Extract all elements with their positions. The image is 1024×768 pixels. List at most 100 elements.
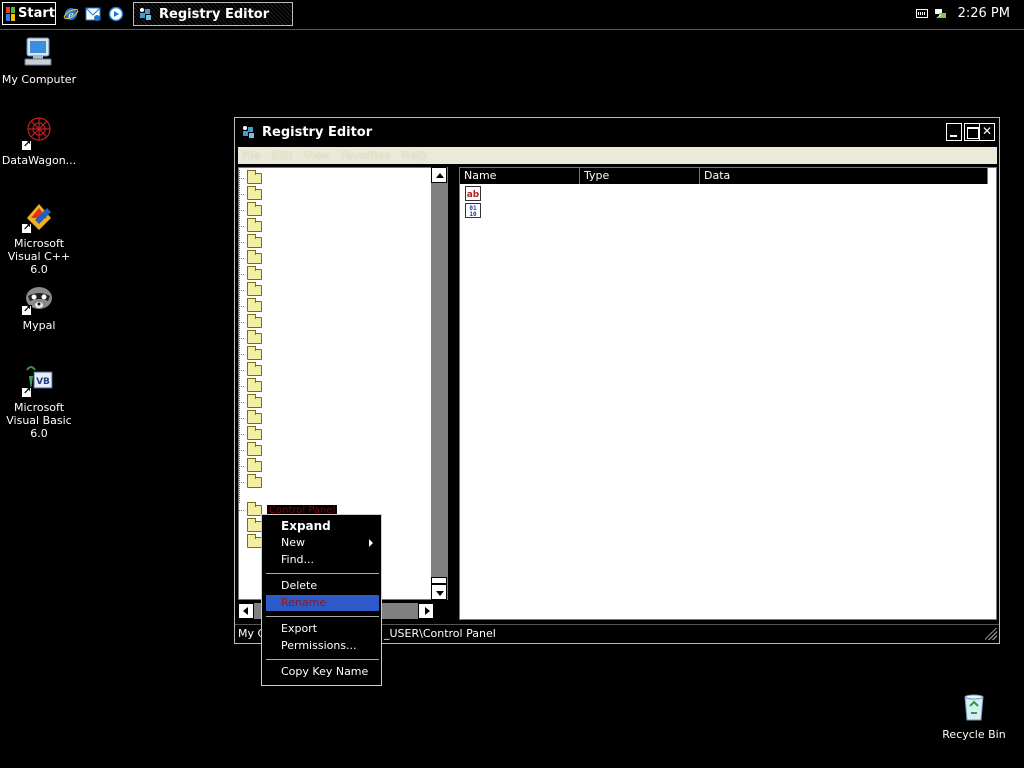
tree-item[interactable]	[247, 442, 262, 456]
context-menu-new[interactable]: New	[266, 535, 379, 551]
binary-value-icon[interactable]: 01 10	[465, 203, 481, 218]
folder-icon	[247, 218, 262, 232]
tree-item[interactable]	[247, 362, 262, 376]
desktop-icon-visual-cpp[interactable]: Microsoft Visual C++ 6.0	[0, 198, 78, 276]
tree-connector-line	[239, 450, 244, 451]
string-value-icon[interactable]: ab	[465, 186, 481, 201]
start-button[interactable]: Start	[2, 2, 56, 25]
context-menu-delete[interactable]: Delete	[266, 578, 379, 594]
menu-separator	[266, 573, 379, 574]
resize-grip-icon[interactable]	[985, 628, 997, 640]
desktop-icon-label: Recycle Bin	[942, 728, 1006, 741]
tree-connector-line	[239, 226, 244, 227]
context-menu-copy-key-name[interactable]: Copy Key Name	[266, 664, 379, 680]
tree-vertical-scrollbar[interactable]	[431, 167, 448, 600]
context-menu: Expand New Find... Delete Rename Export …	[261, 514, 382, 686]
menu-item-label: Permissions...	[281, 639, 357, 652]
shortcut-arrow-icon	[21, 385, 32, 398]
desktop-icon-datawagon[interactable]: DataWagon...	[0, 115, 78, 167]
tree-item[interactable]	[247, 234, 262, 248]
folder-icon	[247, 394, 262, 408]
windows-flag-icon	[6, 6, 16, 21]
tree-item[interactable]	[247, 298, 262, 312]
menu-view[interactable]: View	[304, 149, 330, 162]
svg-text:10: 10	[469, 211, 477, 218]
tree-connector-line	[239, 402, 244, 403]
tree-item[interactable]	[247, 502, 262, 516]
window-titlebar[interactable]: Registry Editor	[235, 118, 999, 146]
folder-icon	[247, 298, 262, 312]
internet-explorer-icon[interactable]: e	[63, 6, 79, 22]
tree-connector-line	[239, 178, 244, 179]
media-player-icon[interactable]	[108, 6, 124, 22]
tree-item[interactable]	[247, 314, 262, 328]
scroll-right-arrow-icon[interactable]	[418, 603, 434, 619]
context-menu-export[interactable]: Export	[266, 621, 379, 637]
desktop-icon-visual-basic[interactable]: VB Microsoft Visual Basic 6.0	[0, 362, 78, 440]
tree-item[interactable]	[247, 282, 262, 296]
maximize-button[interactable]	[964, 123, 980, 141]
menu-bar: File Edit View Favorites Help	[238, 147, 997, 164]
tree-item[interactable]	[247, 378, 262, 392]
tree-item[interactable]	[247, 474, 262, 488]
folder-icon	[247, 534, 262, 548]
tree-item[interactable]	[247, 346, 262, 360]
menu-item-label: Export	[281, 622, 318, 635]
tree-item[interactable]	[247, 458, 262, 472]
tree-item[interactable]	[247, 186, 262, 200]
tree-item[interactable]	[247, 394, 262, 408]
tree-item[interactable]	[247, 202, 262, 216]
context-menu-find[interactable]: Find...	[266, 552, 379, 568]
context-menu-expand[interactable]: Expand	[266, 518, 379, 534]
visual-basic-icon: VB	[21, 362, 57, 398]
column-header-data[interactable]: Data	[700, 168, 988, 184]
desktop-icon-label: Mypal	[22, 319, 56, 332]
column-header-type[interactable]: Type	[580, 168, 700, 184]
outlook-express-icon[interactable]	[85, 6, 101, 22]
clock[interactable]: 2:26 PM	[958, 6, 1010, 21]
menu-file[interactable]: File	[242, 149, 260, 162]
folder-icon	[247, 202, 262, 216]
tree-item[interactable]	[247, 330, 262, 344]
status-path-right: _USER\Control Panel	[384, 627, 496, 640]
desktop-icon-mypal[interactable]: Mypal	[0, 280, 78, 332]
tree-item[interactable]	[247, 518, 262, 532]
column-header-name[interactable]: Name	[460, 168, 580, 184]
context-menu-rename[interactable]: Rename	[266, 595, 379, 611]
desktop-icon-recycle-bin[interactable]: Recycle Bin	[935, 689, 1013, 741]
taskbar-registry-editor-button[interactable]: Registry Editor	[133, 2, 293, 26]
submenu-arrow-icon	[369, 539, 373, 547]
menu-favorites[interactable]: Favorites	[341, 149, 391, 162]
scroll-down-arrow-icon[interactable]	[431, 584, 447, 600]
context-menu-permissions[interactable]: Permissions...	[266, 638, 379, 654]
folder-icon	[247, 250, 262, 264]
minimize-button[interactable]	[946, 123, 962, 141]
menu-help[interactable]: Help	[402, 149, 427, 162]
network-icon[interactable]	[934, 6, 948, 20]
keyboard-icon[interactable]	[916, 9, 928, 18]
close-button[interactable]	[979, 123, 995, 141]
scroll-up-arrow-icon[interactable]	[431, 167, 447, 183]
scroll-left-arrow-icon[interactable]	[238, 603, 254, 619]
tree-item[interactable]	[247, 534, 262, 548]
start-label: Start	[18, 6, 55, 21]
folder-icon	[247, 282, 262, 296]
menu-edit[interactable]: Edit	[271, 149, 292, 162]
tree-item[interactable]	[247, 426, 262, 440]
desktop-icon-my-computer[interactable]: My Computer	[0, 34, 78, 86]
tree-item[interactable]	[247, 170, 262, 184]
tree-item[interactable]	[247, 410, 262, 424]
tree-connector-line	[239, 258, 244, 259]
tree-item[interactable]	[247, 218, 262, 232]
registry-values-list[interactable]: Name Type Data ab 01 10	[459, 167, 997, 620]
tree-item[interactable]	[247, 250, 262, 264]
tree-item[interactable]	[247, 266, 262, 280]
scroll-thumb[interactable]	[431, 577, 447, 584]
tree-connector-line	[239, 466, 244, 467]
tree-connector-line	[239, 210, 244, 211]
my-computer-icon	[21, 34, 57, 70]
folder-icon	[247, 234, 262, 248]
folder-icon	[247, 378, 262, 392]
desktop-icon-label: Microsoft Visual C++ 6.0	[7, 237, 71, 276]
mypal-icon	[21, 280, 57, 316]
